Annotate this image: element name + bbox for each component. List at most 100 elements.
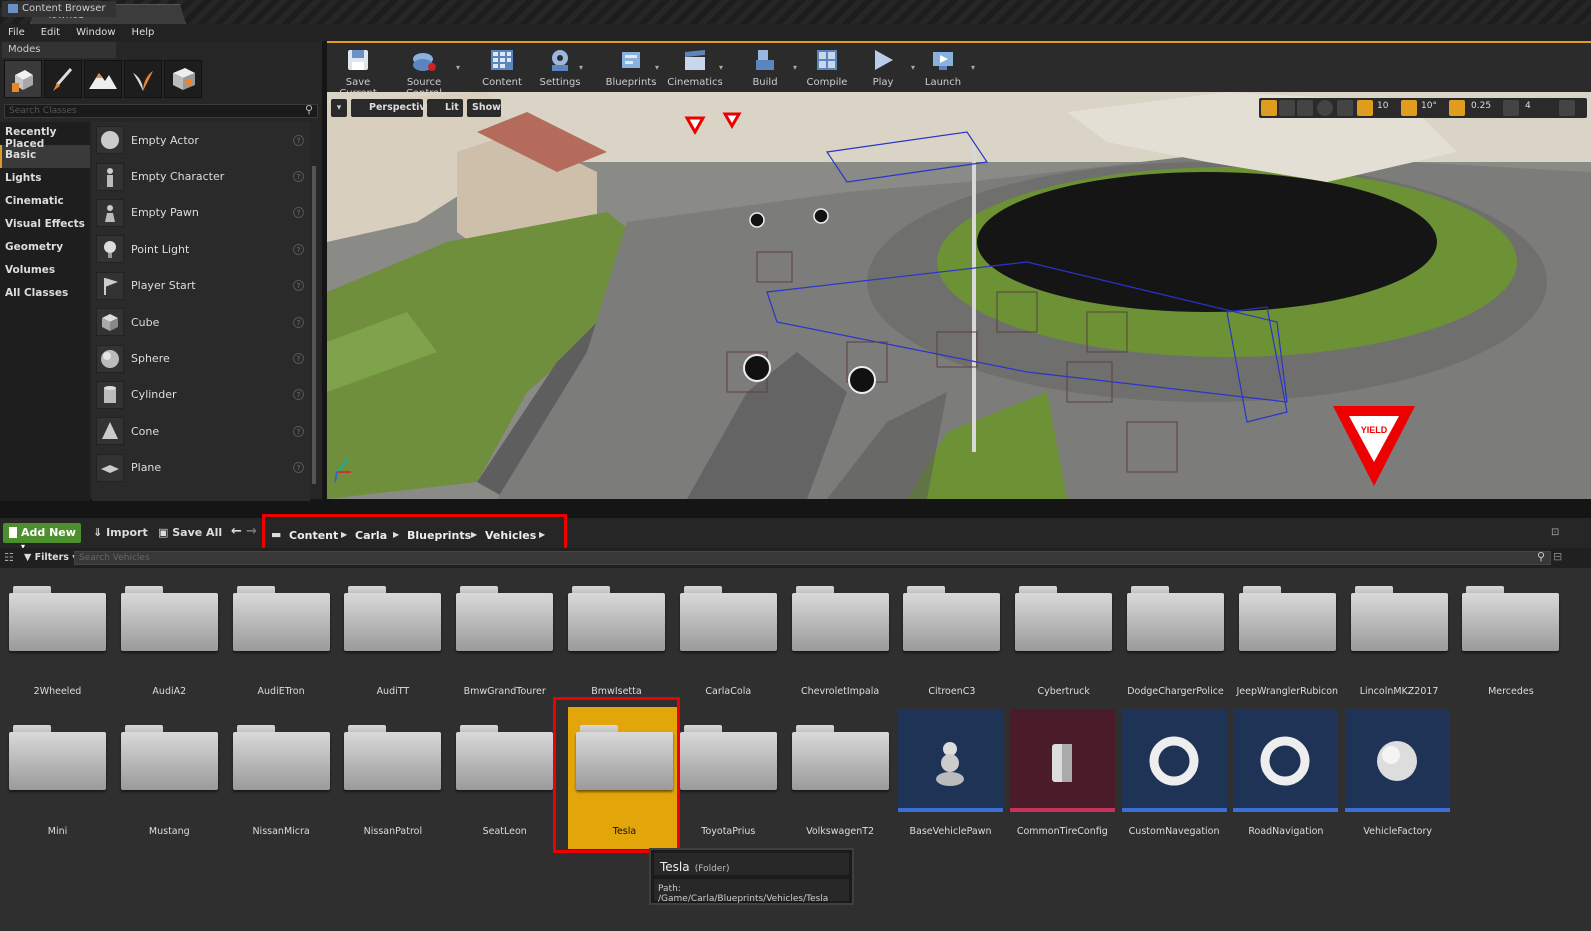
- grid-snap-icon[interactable]: [1357, 100, 1373, 116]
- save-current-button[interactable]: Save Current: [329, 45, 387, 99]
- content-browser-tab[interactable]: Content Browser: [2, 1, 116, 17]
- category-geometry[interactable]: Geometry: [0, 237, 90, 260]
- folder-tile[interactable]: AudiTT: [344, 568, 442, 706]
- folder-tile[interactable]: AudiETron: [232, 568, 330, 706]
- cinematics-dropdown-icon[interactable]: ▾: [719, 63, 723, 72]
- category-cinematic[interactable]: Cinematic: [0, 191, 90, 214]
- show-button[interactable]: Show: [467, 99, 501, 117]
- help-icon[interactable]: ?: [293, 353, 304, 365]
- modes-tab[interactable]: Modes: [2, 42, 116, 58]
- search-classes-input[interactable]: Search Classes: [4, 104, 318, 118]
- lock-icon[interactable]: ⊡: [1551, 527, 1559, 538]
- breadcrumb-blueprints[interactable]: Blueprints: [407, 529, 471, 542]
- menu-help[interactable]: Help: [124, 27, 163, 38]
- place-mode-icon[interactable]: [4, 60, 42, 98]
- search-vehicles-input[interactable]: Search Vehicles: [74, 551, 1551, 565]
- folder-tile[interactable]: Mini: [9, 707, 106, 845]
- folder-tile[interactable]: JeepWranglerRubicon: [1237, 568, 1338, 706]
- filters-button[interactable]: ▼ Filters ▾: [24, 552, 77, 563]
- folder-tile[interactable]: CarlaCola: [679, 568, 777, 706]
- rotate-tool-icon[interactable]: [1279, 100, 1295, 116]
- blueprints-dropdown-icon[interactable]: ▾: [655, 63, 659, 72]
- help-icon[interactable]: ?: [293, 243, 304, 255]
- blueprint-tile[interactable]: BaseVehiclePawn: [898, 707, 1003, 845]
- folder-tile[interactable]: NissanPatrol: [344, 707, 442, 845]
- foliage-mode-icon[interactable]: [124, 60, 162, 98]
- source-control-dropdown-icon[interactable]: ▾: [456, 63, 460, 72]
- folder-tile[interactable]: CitroenC3: [903, 568, 1001, 706]
- add-new-button[interactable]: Add New ▾: [3, 523, 81, 551]
- play-button[interactable]: Play: [861, 45, 905, 92]
- translate-tool-icon[interactable]: [1261, 100, 1277, 116]
- world-space-icon[interactable]: [1317, 100, 1333, 116]
- breadcrumb-separator-icon[interactable]: ▶: [471, 530, 477, 539]
- class-item[interactable]: Cube?: [92, 304, 310, 340]
- perspective-button[interactable]: Perspective: [351, 99, 432, 117]
- play-dropdown-icon[interactable]: ▾: [911, 63, 915, 72]
- geometry-mode-icon[interactable]: [164, 60, 202, 98]
- sources-toggle-icon[interactable]: ☷: [4, 551, 14, 564]
- launch-button[interactable]: Launch: [921, 45, 965, 92]
- folder-tile[interactable]: BmwGrandTourer: [456, 568, 554, 706]
- help-icon[interactable]: ?: [293, 207, 304, 219]
- blueprint-tile[interactable]: CommonTireConfig: [1009, 707, 1115, 845]
- folder-tile[interactable]: ChevroletImpala: [791, 568, 889, 706]
- source-control-button[interactable]: Source Control: [391, 45, 457, 99]
- class-item[interactable]: Cylinder?: [92, 377, 310, 413]
- scale-snap-value[interactable]: 0.25: [1471, 101, 1491, 111]
- folder-tile[interactable]: ToyotaPrius: [679, 707, 777, 845]
- grid-snap-value[interactable]: 10: [1377, 101, 1388, 111]
- rotation-snap-icon[interactable]: [1401, 100, 1417, 116]
- content-button[interactable]: Content: [475, 45, 529, 92]
- class-item[interactable]: Empty Character?: [92, 158, 310, 194]
- category-lights[interactable]: Lights: [0, 168, 90, 191]
- paint-mode-icon[interactable]: [44, 60, 82, 98]
- breadcrumb-vehicles[interactable]: Vehicles: [485, 529, 536, 542]
- breadcrumb-carla[interactable]: Carla: [355, 529, 387, 542]
- surface-snap-icon[interactable]: [1337, 100, 1353, 116]
- breadcrumb-separator-icon[interactable]: ▶: [539, 530, 545, 539]
- menu-window[interactable]: Window: [68, 27, 123, 38]
- breadcrumb-content[interactable]: Content: [289, 529, 338, 542]
- save-search-icon[interactable]: ⊟: [1553, 550, 1562, 563]
- class-list-scrollbar[interactable]: [312, 166, 316, 484]
- folder-tile[interactable]: SeatLeon: [456, 707, 554, 845]
- scale-tool-icon[interactable]: [1297, 100, 1313, 116]
- back-arrow-icon[interactable]: ←: [231, 524, 242, 539]
- class-item[interactable]: Plane?: [92, 450, 310, 486]
- cinematics-button[interactable]: Cinematics: [667, 45, 723, 92]
- category-recently-placed[interactable]: Recently Placed: [0, 122, 90, 150]
- viewport-options-icon[interactable]: ▾: [331, 99, 347, 117]
- forward-arrow-icon[interactable]: →: [246, 524, 257, 539]
- lit-button[interactable]: Lit: [427, 99, 463, 117]
- level-viewport[interactable]: YIELD ▾ Perspective Lit Show 10 10° 0.25…: [327, 92, 1591, 499]
- camera-speed-icon[interactable]: [1503, 100, 1519, 116]
- build-button[interactable]: Build: [739, 45, 791, 92]
- class-item[interactable]: Player Start?: [92, 268, 310, 304]
- save-all-button[interactable]: ▣ Save All: [158, 526, 222, 539]
- help-icon[interactable]: ?: [293, 134, 304, 146]
- landscape-mode-icon[interactable]: [84, 60, 122, 98]
- scale-snap-icon[interactable]: [1449, 100, 1465, 116]
- help-icon[interactable]: ?: [293, 389, 304, 401]
- compile-button[interactable]: Compile: [801, 45, 853, 92]
- folder-tile[interactable]: 2Wheeled: [9, 568, 106, 706]
- import-button[interactable]: ⇓ Import: [93, 526, 148, 539]
- folder-tile[interactable]: DodgeChargerPolice: [1127, 568, 1224, 706]
- class-item[interactable]: Point Light?: [92, 231, 310, 267]
- category-basic[interactable]: Basic: [0, 145, 90, 168]
- blueprint-tile[interactable]: CustomNavegation: [1121, 707, 1227, 845]
- category-volumes[interactable]: Volumes: [0, 260, 90, 283]
- folder-tile[interactable]: NissanMicra: [232, 707, 330, 845]
- folder-tile[interactable]: BmwIsetta: [568, 568, 665, 706]
- breadcrumb-separator-icon[interactable]: ▶: [341, 530, 347, 539]
- help-icon[interactable]: ?: [293, 171, 304, 183]
- class-item[interactable]: Empty Actor?: [92, 122, 310, 158]
- folder-tile[interactable]: Cybertruck: [1015, 568, 1113, 706]
- category-visual-effects[interactable]: Visual Effects: [0, 214, 90, 237]
- help-icon[interactable]: ?: [293, 316, 304, 328]
- menu-edit[interactable]: Edit: [33, 27, 68, 38]
- help-icon[interactable]: ?: [293, 280, 304, 292]
- camera-speed-value[interactable]: 4: [1525, 101, 1531, 111]
- folder-tile[interactable]: VolkswagenT2: [791, 707, 889, 845]
